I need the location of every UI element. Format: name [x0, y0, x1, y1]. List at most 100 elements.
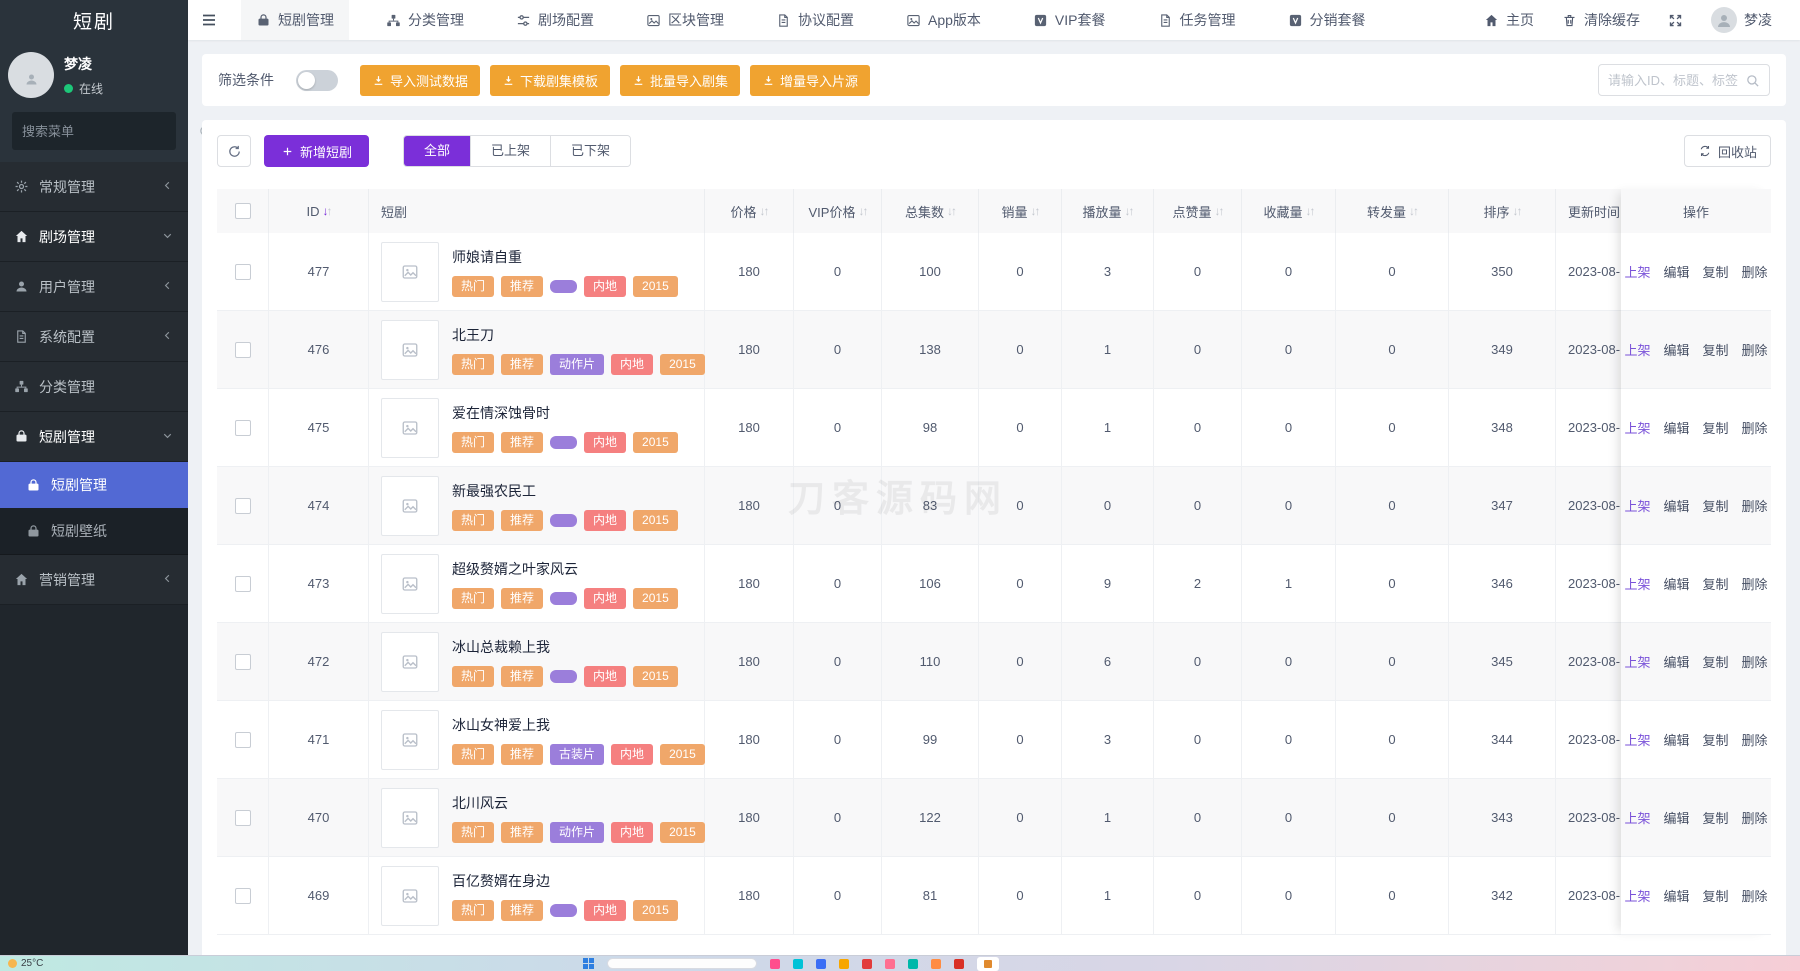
incremental-import-button[interactable]: 增量导入片源: [750, 65, 870, 96]
row-checkbox[interactable]: [235, 498, 251, 514]
action-edit[interactable]: 编辑: [1663, 340, 1689, 359]
sidebar-subitem-drama-wallpaper[interactable]: 短剧壁纸: [0, 508, 188, 554]
action-edit[interactable]: 编辑: [1663, 574, 1689, 593]
status-tab-off-shelf[interactable]: 已下架: [550, 136, 630, 166]
taskbar-app-icon[interactable]: [816, 959, 826, 969]
drama-thumbnail[interactable]: [381, 476, 439, 536]
taskbar-app-icon[interactable]: [885, 959, 895, 969]
taskbar-active-app[interactable]: [977, 957, 999, 971]
tab-tasks[interactable]: 任务管理: [1143, 0, 1251, 40]
row-checkbox[interactable]: [235, 342, 251, 358]
action-edit[interactable]: 编辑: [1663, 652, 1689, 671]
action-edit[interactable]: 编辑: [1663, 730, 1689, 749]
drama-thumbnail[interactable]: [381, 866, 439, 926]
action-delete[interactable]: 删除: [1742, 340, 1768, 359]
sidebar-item-drama[interactable]: 短剧管理: [0, 412, 188, 462]
clear-cache-link[interactable]: 清除缓存: [1548, 0, 1654, 40]
row-checkbox[interactable]: [235, 264, 251, 280]
sidebar-search-input[interactable]: [22, 124, 198, 139]
taskbar-search[interactable]: [607, 958, 757, 969]
action-publish[interactable]: 上架: [1624, 496, 1650, 515]
action-edit[interactable]: 编辑: [1663, 808, 1689, 827]
row-checkbox[interactable]: [235, 888, 251, 904]
search-icon[interactable]: [1745, 73, 1760, 88]
sidebar-item-theater[interactable]: 剧场管理: [0, 212, 188, 262]
hamburger-icon[interactable]: [188, 11, 230, 29]
sort-control-sales[interactable]: ↓↑: [1031, 204, 1039, 218]
row-checkbox[interactable]: [235, 654, 251, 670]
table-search-input[interactable]: [1608, 73, 1745, 88]
import-test-data-button[interactable]: 导入测试数据: [360, 65, 480, 96]
action-publish[interactable]: 上架: [1624, 574, 1650, 593]
action-publish[interactable]: 上架: [1624, 808, 1650, 827]
sort-control-episodes[interactable]: ↓↑: [947, 204, 955, 218]
taskbar-app-icon[interactable]: [770, 959, 780, 969]
action-edit[interactable]: 编辑: [1663, 262, 1689, 281]
sidebar-item-categories[interactable]: 分类管理: [0, 362, 188, 412]
action-delete[interactable]: 删除: [1742, 808, 1768, 827]
tab-vip[interactable]: VIP套餐: [1018, 0, 1121, 40]
taskbar-app-icon[interactable]: [862, 959, 872, 969]
taskbar-app-icon[interactable]: [954, 959, 964, 969]
recycle-bin-button[interactable]: 回收站: [1684, 135, 1771, 167]
sort-control-vip_price[interactable]: ↓↑: [858, 204, 866, 218]
drama-thumbnail[interactable]: [381, 242, 439, 302]
action-copy[interactable]: 复制: [1703, 340, 1729, 359]
fullscreen-button[interactable]: [1654, 0, 1697, 40]
sidebar-item-marketing[interactable]: 营销管理: [0, 555, 188, 605]
windows-icon[interactable]: [583, 958, 594, 969]
action-delete[interactable]: 删除: [1742, 418, 1768, 437]
tab-app-version[interactable]: App版本: [891, 0, 996, 40]
action-edit[interactable]: 编辑: [1663, 496, 1689, 515]
add-drama-button[interactable]: 新增短剧: [264, 135, 369, 167]
taskbar-app-icon[interactable]: [931, 959, 941, 969]
drama-thumbnail[interactable]: [381, 554, 439, 614]
sidebar-item-general[interactable]: 常规管理: [0, 162, 188, 212]
action-delete[interactable]: 删除: [1742, 574, 1768, 593]
action-copy[interactable]: 复制: [1703, 652, 1729, 671]
batch-import-button[interactable]: 批量导入剧集: [620, 65, 740, 96]
action-publish[interactable]: 上架: [1624, 262, 1650, 281]
status-tab-on-shelf[interactable]: 已上架: [470, 136, 550, 166]
taskbar-app-icon[interactable]: [908, 959, 918, 969]
action-copy[interactable]: 复制: [1703, 808, 1729, 827]
tab-protocol[interactable]: 协议配置: [761, 0, 869, 40]
action-publish[interactable]: 上架: [1624, 886, 1650, 905]
home-link[interactable]: 主页: [1470, 0, 1548, 40]
action-delete[interactable]: 删除: [1742, 730, 1768, 749]
action-copy[interactable]: 复制: [1703, 574, 1729, 593]
sort-control-likes[interactable]: ↓↑: [1215, 204, 1223, 218]
action-publish[interactable]: 上架: [1624, 340, 1650, 359]
taskbar-weather[interactable]: 25°C: [0, 958, 43, 969]
refresh-button[interactable]: [217, 135, 251, 167]
action-copy[interactable]: 复制: [1703, 262, 1729, 281]
sidebar-item-users[interactable]: 用户管理: [0, 262, 188, 312]
tab-distribution[interactable]: 分销套餐: [1273, 0, 1381, 40]
row-checkbox[interactable]: [235, 420, 251, 436]
sort-control-plays[interactable]: ↓↑: [1125, 204, 1133, 218]
drama-thumbnail[interactable]: [381, 320, 439, 380]
action-copy[interactable]: 复制: [1703, 496, 1729, 515]
action-publish[interactable]: 上架: [1624, 418, 1650, 437]
select-all-checkbox[interactable]: [235, 203, 251, 219]
tab-theater-config[interactable]: 剧场配置: [501, 0, 609, 40]
sort-control-id[interactable]: ↓↑: [323, 204, 331, 218]
filter-toggle[interactable]: [296, 70, 338, 91]
action-edit[interactable]: 编辑: [1663, 418, 1689, 437]
sidebar-subitem-drama-list[interactable]: 短剧管理: [0, 462, 188, 508]
sort-control-favorites[interactable]: ↓↑: [1306, 204, 1314, 218]
tab-blocks[interactable]: 区块管理: [631, 0, 739, 40]
taskbar-app-icon[interactable]: [793, 959, 803, 969]
taskbar-app-icon[interactable]: [839, 959, 849, 969]
action-publish[interactable]: 上架: [1624, 652, 1650, 671]
drama-thumbnail[interactable]: [381, 788, 439, 848]
action-copy[interactable]: 复制: [1703, 886, 1729, 905]
row-checkbox[interactable]: [235, 576, 251, 592]
action-publish[interactable]: 上架: [1624, 730, 1650, 749]
avatar[interactable]: [8, 52, 54, 98]
download-template-button[interactable]: 下载剧集模板: [490, 65, 610, 96]
status-tab-all[interactable]: 全部: [404, 136, 470, 166]
action-copy[interactable]: 复制: [1703, 730, 1729, 749]
sort-control-order[interactable]: ↓↑: [1513, 204, 1521, 218]
action-edit[interactable]: 编辑: [1663, 886, 1689, 905]
